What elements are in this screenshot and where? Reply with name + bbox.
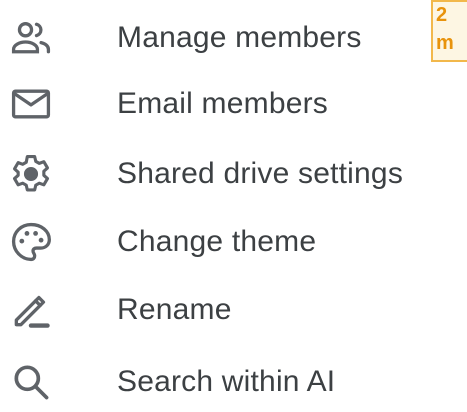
- menu-item-label: Email members: [117, 87, 328, 120]
- tooltip-text-line-2: m: [436, 32, 454, 54]
- menu-item-search-within[interactable]: Search within AI: [0, 352, 467, 412]
- menu-item-rename[interactable]: Rename: [0, 280, 467, 340]
- menu-item-manage-members[interactable]: Manage members: [0, 8, 467, 68]
- manage-members-icon: [8, 15, 54, 61]
- menu-item-change-theme[interactable]: Change theme: [0, 212, 467, 272]
- settings-gear-icon: [8, 151, 54, 197]
- search-icon: [8, 359, 54, 405]
- context-menu: Manage members Email members Shared driv…: [0, 0, 467, 412]
- menu-item-label: Manage members: [117, 21, 362, 54]
- menu-item-label: Rename: [117, 293, 232, 326]
- palette-icon: [8, 219, 54, 265]
- tooltip-popup: 2 m: [431, 0, 467, 62]
- menu-item-label: Shared drive settings: [117, 157, 404, 190]
- menu-item-shared-drive-settings[interactable]: Shared drive settings: [0, 144, 467, 204]
- email-icon: [8, 81, 54, 127]
- tooltip-text-line-1: 2: [436, 4, 448, 26]
- menu-item-email-members[interactable]: Email members: [0, 74, 467, 134]
- rename-pencil-icon: [8, 287, 54, 333]
- menu-item-label: Change theme: [117, 225, 317, 258]
- menu-item-label: Search within AI: [117, 365, 336, 398]
